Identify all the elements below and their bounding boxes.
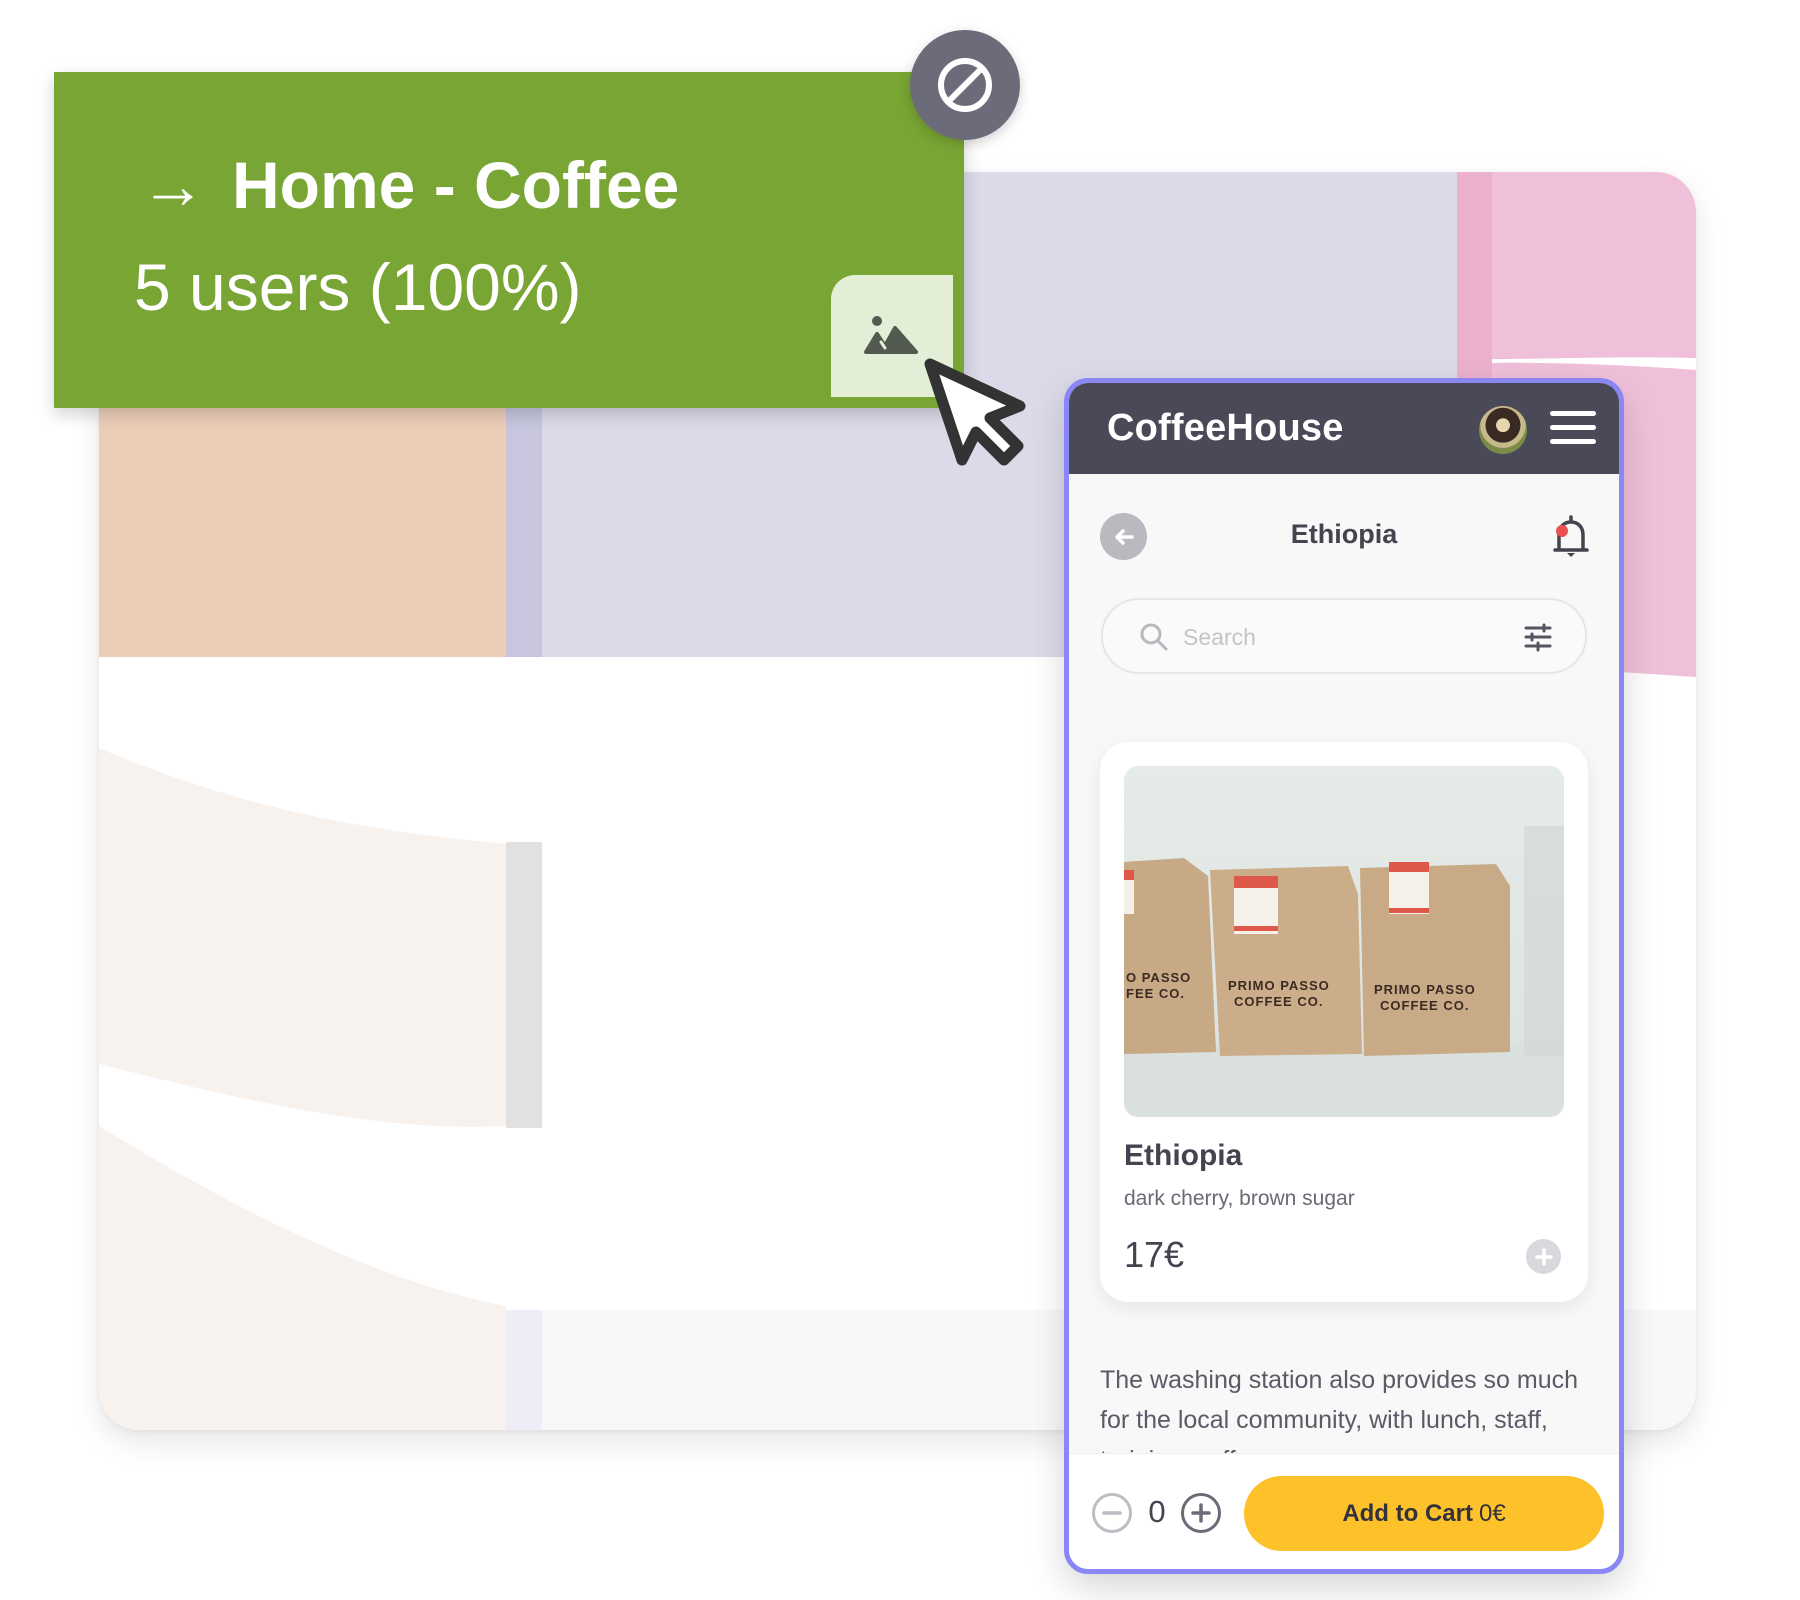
search-input[interactable] <box>1183 620 1483 654</box>
step-tooltip: → Home - Coffee 5 users (100%) <box>54 72 964 408</box>
svg-text:O PASSO: O PASSO <box>1126 970 1191 985</box>
coffee-bag: O PASSO FEE CO. <box>1124 858 1216 1054</box>
arrow-right-icon: → <box>140 148 206 222</box>
user-avatar[interactable] <box>1479 406 1527 454</box>
svg-text:FEE CO.: FEE CO. <box>1126 986 1185 1001</box>
flow-link-beige-upper <box>99 748 506 1127</box>
product-image: O PASSO FEE CO. PRIMO PASSO COFFEE CO. P… <box>1124 766 1564 1117</box>
coffee-bag: PRIMO PASSO COFFEE CO. <box>1210 866 1362 1056</box>
decrease-quantity-button[interactable] <box>1092 1493 1132 1533</box>
minus-circle-icon <box>1102 1511 1122 1515</box>
svg-text:PRIMO PASSO: PRIMO PASSO <box>1228 978 1330 993</box>
mouse-cursor-icon <box>924 358 1026 466</box>
svg-text:COFFEE CO.: COFFEE CO. <box>1234 994 1323 1009</box>
flow-link-beige-lower <box>99 1126 506 1430</box>
page-title: Ethiopia <box>1290 519 1398 549</box>
svg-text:COFFEE CO.: COFFEE CO. <box>1380 998 1469 1013</box>
screen-name: Home - Coffee <box>232 148 680 222</box>
product-notes: dark cherry, brown sugar <box>1124 1187 1355 1210</box>
product-card[interactable]: O PASSO FEE CO. PRIMO PASSO COFFEE CO. P… <box>1100 742 1588 1302</box>
flow-node-light-bar[interactable] <box>506 1310 542 1430</box>
svg-text:PRIMO PASSO: PRIMO PASSO <box>1374 982 1476 997</box>
app-name: CoffeeHouse <box>1107 407 1344 449</box>
bell-icon <box>1553 515 1589 557</box>
flow-node-gray[interactable] <box>506 842 542 1128</box>
hamburger-menu-icon[interactable] <box>1550 411 1596 445</box>
phone-prototype: CoffeeHouse Ethiopia Search O PASSO FEE … <box>1064 378 1624 1574</box>
quantity-value: 0 <box>1148 1494 1166 1529</box>
app-header: CoffeeHouse <box>1069 383 1619 474</box>
block-icon <box>938 58 992 112</box>
filter-button[interactable] <box>1523 622 1555 654</box>
product-name: Ethiopia <box>1124 1139 1243 1172</box>
add-product-button[interactable] <box>1526 1239 1561 1274</box>
add-to-cart-label: Add to Cart <box>1342 1499 1473 1527</box>
plus-icon <box>1534 1247 1553 1266</box>
image-icon <box>864 316 918 354</box>
product-price: 17€ <box>1124 1234 1185 1275</box>
flow-link-pink-top <box>1492 172 1696 359</box>
plus-circle-icon <box>1191 1503 1211 1523</box>
users-count: 5 users (100%) <box>134 250 582 324</box>
increase-quantity-button[interactable] <box>1181 1493 1221 1533</box>
tooltip-title: → Home - Coffee <box>140 152 679 218</box>
sliders-icon <box>1524 623 1552 652</box>
coffee-bags-photo: O PASSO FEE CO. PRIMO PASSO COFFEE CO. P… <box>1124 826 1564 1117</box>
search-field <box>1101 598 1587 674</box>
cart-footer: 0 Add to Cart 0€ <box>1069 1453 1619 1569</box>
search-icon <box>1140 623 1168 651</box>
cart-total: 0€ <box>1478 1499 1506 1527</box>
add-to-cart-button[interactable]: Add to Cart 0€ <box>1244 1476 1604 1551</box>
coffee-bag: PRIMO PASSO COFFEE CO. <box>1360 862 1510 1056</box>
notifications-button[interactable] <box>1550 513 1592 561</box>
block-button[interactable] <box>910 30 1020 140</box>
